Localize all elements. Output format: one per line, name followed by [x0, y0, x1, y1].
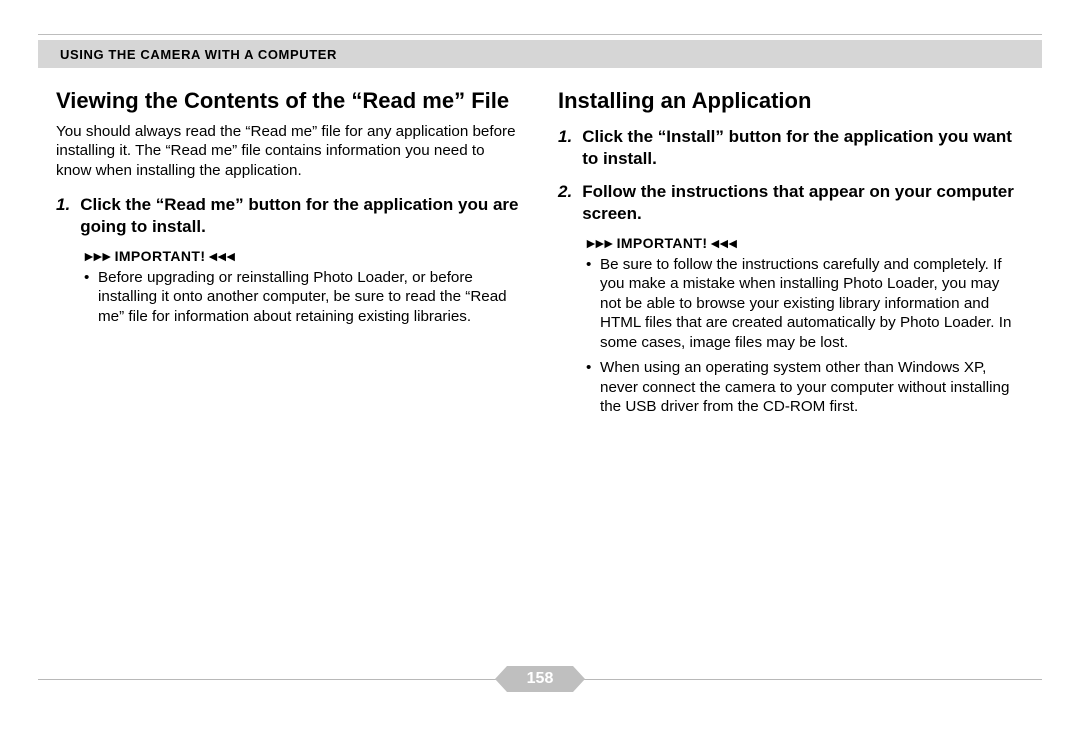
step-number: 1.	[558, 126, 572, 170]
left-intro-paragraph: You should always read the “Read me” fil…	[56, 122, 522, 180]
arrows-right-icon: ►►►	[82, 249, 109, 263]
bullet-item: Be sure to follow the instructions caref…	[586, 255, 1024, 352]
step-text: Follow the instructions that appear on y…	[582, 181, 1024, 225]
right-step-1: 1. Click the “Install” button for the ap…	[558, 126, 1024, 170]
section-header-bar: Using the Camera with a Computer	[38, 40, 1042, 68]
left-column: Viewing the Contents of the “Read me” Fi…	[56, 82, 522, 664]
right-important-block: ►►► IMPORTANT! ►►► Be sure to follow the…	[584, 235, 1024, 417]
left-important-bullets: Before upgrading or reinstalling Photo L…	[82, 268, 522, 326]
left-heading: Viewing the Contents of the “Read me” Fi…	[56, 88, 522, 114]
arrows-left-icon: ►►►	[211, 249, 238, 263]
page-number: 158	[527, 670, 554, 688]
manual-page: Using the Camera with a Computer Viewing…	[0, 0, 1080, 730]
important-heading: ►►► IMPORTANT! ►►►	[82, 248, 522, 264]
left-important-block: ►►► IMPORTANT! ►►► Before upgrading or r…	[82, 248, 522, 326]
important-label-text: IMPORTANT!	[617, 235, 708, 251]
step-number: 1.	[56, 194, 70, 238]
top-rule	[38, 34, 1042, 35]
step-number: 2.	[558, 181, 572, 225]
important-label-text: IMPORTANT!	[115, 248, 206, 264]
arrows-left-icon: ►►►	[713, 236, 740, 250]
right-column: Installing an Application 1. Click the “…	[558, 82, 1024, 664]
step-text: Click the “Read me” button for the appli…	[80, 194, 522, 238]
page-number-badge: 158	[507, 666, 573, 692]
important-heading: ►►► IMPORTANT! ►►►	[584, 235, 1024, 251]
right-heading: Installing an Application	[558, 88, 1024, 114]
bullet-item: When using an operating system other tha…	[586, 358, 1024, 416]
step-text: Click the “Install” button for the appli…	[582, 126, 1024, 170]
arrows-right-icon: ►►►	[584, 236, 611, 250]
right-important-bullets: Be sure to follow the instructions caref…	[584, 255, 1024, 417]
left-step-1: 1. Click the “Read me” button for the ap…	[56, 194, 522, 238]
bullet-item: Before upgrading or reinstalling Photo L…	[84, 268, 522, 326]
section-header-title: Using the Camera with a Computer	[38, 47, 337, 62]
right-step-2: 2. Follow the instructions that appear o…	[558, 181, 1024, 225]
two-column-layout: Viewing the Contents of the “Read me” Fi…	[56, 82, 1024, 664]
